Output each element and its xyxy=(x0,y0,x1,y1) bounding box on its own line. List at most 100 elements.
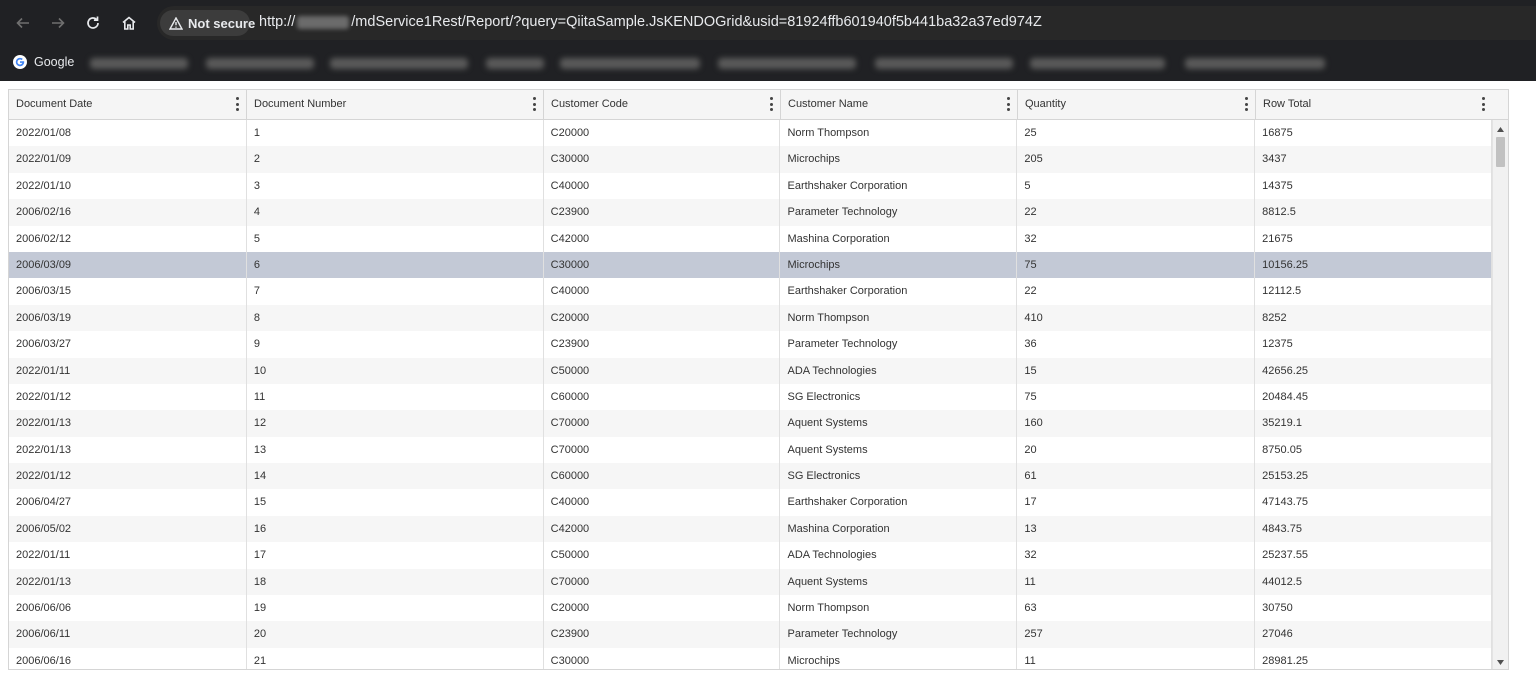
cell-row-total: 21675 xyxy=(1255,225,1492,252)
cell-document-number: 6 xyxy=(247,251,544,279)
home-button[interactable] xyxy=(114,8,144,38)
table-row[interactable]: 2022/01/11 10 C50000 ADA Technologies 15 4265… xyxy=(9,357,1492,384)
bookmark-redacted[interactable] xyxy=(560,58,700,69)
column-header-document-number[interactable]: Document Number xyxy=(247,90,544,119)
reload-button[interactable] xyxy=(78,8,108,38)
bookmark-redacted[interactable] xyxy=(1185,58,1325,69)
cell-document-date: 2022/01/09 xyxy=(9,146,247,173)
column-menu-icon[interactable] xyxy=(235,97,239,111)
cell-quantity: 410 xyxy=(1017,304,1256,332)
cell-quantity: 25 xyxy=(1017,120,1256,147)
cell-customer-name: Aquent Systems xyxy=(780,410,1018,437)
cell-document-date: 2022/01/11 xyxy=(9,542,247,569)
bookmark-redacted[interactable] xyxy=(206,58,314,69)
column-header-row-total[interactable]: Row Total xyxy=(1256,90,1493,119)
table-row[interactable]: 2022/01/08 1 C20000 Norm Thompson 25 16875 xyxy=(9,120,1492,147)
cell-row-total: 47143.75 xyxy=(1255,489,1492,516)
cell-quantity: 32 xyxy=(1017,542,1256,569)
table-row[interactable]: 2022/01/12 11 C60000 SG Electronics 75 20484.… xyxy=(9,383,1492,411)
cell-document-number: 8 xyxy=(247,304,544,332)
forward-button[interactable] xyxy=(43,8,73,38)
cell-document-number: 20 xyxy=(247,621,544,648)
bookmark-redacted[interactable] xyxy=(330,58,468,69)
cell-customer-name: Microchips xyxy=(780,251,1018,279)
cell-customer-code: C42000 xyxy=(544,225,781,252)
address-bar[interactable]: Not secure http:// /mdService1Rest/Repor… xyxy=(157,6,1536,40)
security-chip[interactable]: Not secure xyxy=(160,10,255,36)
cell-row-total: 4843.75 xyxy=(1255,515,1492,543)
scroll-up-arrow-icon[interactable] xyxy=(1493,122,1508,136)
cell-quantity: 5 xyxy=(1017,172,1256,200)
cell-document-number: 12 xyxy=(247,410,544,437)
cell-document-number: 21 xyxy=(247,647,544,669)
scroll-down-arrow-icon[interactable] xyxy=(1493,655,1508,669)
bookmark-google-label: Google xyxy=(34,55,75,69)
back-arrow-icon xyxy=(16,17,29,29)
cell-document-number: 11 xyxy=(247,383,544,411)
url-text[interactable]: http:// /mdService1Rest/Report/?query=Qi… xyxy=(259,14,1042,30)
table-row[interactable]: 2022/01/12 14 C60000 SG Electronics 61 25153.… xyxy=(9,463,1492,490)
cell-customer-name: Earthshaker Corporation xyxy=(780,278,1018,305)
table-row[interactable]: 2022/01/09 2 C30000 Microchips 205 3437 xyxy=(9,146,1492,173)
bookmark-redacted[interactable] xyxy=(486,58,544,69)
column-header-customer-name[interactable]: Customer Name xyxy=(781,90,1018,119)
column-menu-icon[interactable] xyxy=(1481,97,1485,111)
column-menu-icon[interactable] xyxy=(769,97,773,111)
cell-row-total: 44012.5 xyxy=(1255,568,1492,596)
warning-triangle-icon xyxy=(169,16,183,30)
cell-customer-code: C60000 xyxy=(544,463,781,490)
cell-customer-name: Parameter Technology xyxy=(780,621,1018,648)
cell-quantity: 13 xyxy=(1017,515,1256,543)
cell-document-date: 2022/01/11 xyxy=(9,357,247,384)
cell-document-number: 18 xyxy=(247,568,544,596)
bookmark-google[interactable]: Google xyxy=(12,54,74,70)
bookmark-redacted[interactable] xyxy=(875,58,1013,69)
back-button[interactable] xyxy=(8,8,38,38)
table-row[interactable]: 2022/01/10 3 C40000 Earthshaker Corporation… xyxy=(9,172,1492,200)
cell-document-date: 2006/02/12 xyxy=(9,225,247,252)
cell-document-date: 2006/02/16 xyxy=(9,199,247,226)
table-row[interactable]: 2006/06/16 21 C30000 Microchips 11 28981.25 xyxy=(9,647,1492,669)
cell-row-total: 16875 xyxy=(1255,120,1492,147)
table-row[interactable]: 2022/01/13 12 C70000 Aquent Systems 160 35219… xyxy=(9,410,1492,437)
table-row[interactable]: 2006/02/12 5 C42000 Mashina Corporation 32 21… xyxy=(9,225,1492,252)
column-header-customer-code[interactable]: Customer Code xyxy=(544,90,781,119)
table-row[interactable]: 2006/03/09 6 C30000 Microchips 75 10156.25 xyxy=(9,251,1492,279)
column-menu-icon[interactable] xyxy=(1244,97,1248,111)
cell-customer-name: Mashina Corporation xyxy=(780,225,1018,252)
table-row[interactable]: 2006/06/11 20 C23900 Parameter Technology 25… xyxy=(9,621,1492,648)
cell-row-total: 10156.25 xyxy=(1255,251,1492,279)
column-header-quantity[interactable]: Quantity xyxy=(1018,90,1256,119)
cell-quantity: 32 xyxy=(1017,225,1256,252)
scrollbar-thumb[interactable] xyxy=(1496,137,1505,167)
column-menu-icon[interactable] xyxy=(532,97,536,111)
cell-document-date: 2022/01/13 xyxy=(9,568,247,596)
cell-quantity: 22 xyxy=(1017,278,1256,305)
table-row[interactable]: 2006/02/16 4 C23900 Parameter Technology 22 8… xyxy=(9,199,1492,226)
cell-document-number: 13 xyxy=(247,436,544,464)
home-icon xyxy=(122,16,136,30)
data-grid: Document Date Document Number Customer C… xyxy=(8,89,1509,670)
table-row[interactable]: 2006/03/27 9 C23900 Parameter Technology 36 1… xyxy=(9,331,1492,358)
column-header-document-date[interactable]: Document Date xyxy=(9,90,247,119)
table-row[interactable]: 2006/05/02 16 C42000 Mashina Corporation 13 4… xyxy=(9,515,1492,543)
column-menu-icon[interactable] xyxy=(1006,97,1010,111)
bookmark-redacted[interactable] xyxy=(1030,58,1165,69)
bookmark-redacted[interactable] xyxy=(718,58,856,69)
table-row[interactable]: 2022/01/13 13 C70000 Aquent Systems 20 8750.0… xyxy=(9,436,1492,464)
bookmark-redacted[interactable] xyxy=(90,58,188,69)
table-row[interactable]: 2006/03/15 7 C40000 Earthshaker Corporation… xyxy=(9,278,1492,305)
cell-quantity: 22 xyxy=(1017,199,1256,226)
table-row[interactable]: 2022/01/11 17 C50000 ADA Technologies 32 2523… xyxy=(9,542,1492,569)
table-row[interactable]: 2006/06/06 19 C20000 Norm Thompson 63 30750 xyxy=(9,595,1492,622)
cell-document-number: 9 xyxy=(247,331,544,358)
grid-body: 2022/01/08 1 C20000 Norm Thompson 25 16875 202… xyxy=(9,120,1492,669)
table-row[interactable]: 2022/01/13 18 C70000 Aquent Systems 11 44012.… xyxy=(9,568,1492,596)
cell-customer-name: Earthshaker Corporation xyxy=(780,172,1018,200)
table-row[interactable]: 2006/03/19 8 C20000 Norm Thompson 410 8252 xyxy=(9,304,1492,332)
cell-document-date: 2022/01/10 xyxy=(9,172,247,200)
cell-customer-name: Parameter Technology xyxy=(780,199,1018,226)
reload-icon xyxy=(87,16,99,29)
vertical-scrollbar[interactable] xyxy=(1492,120,1508,669)
table-row[interactable]: 2006/04/27 15 C40000 Earthshaker Corporatio… xyxy=(9,489,1492,516)
